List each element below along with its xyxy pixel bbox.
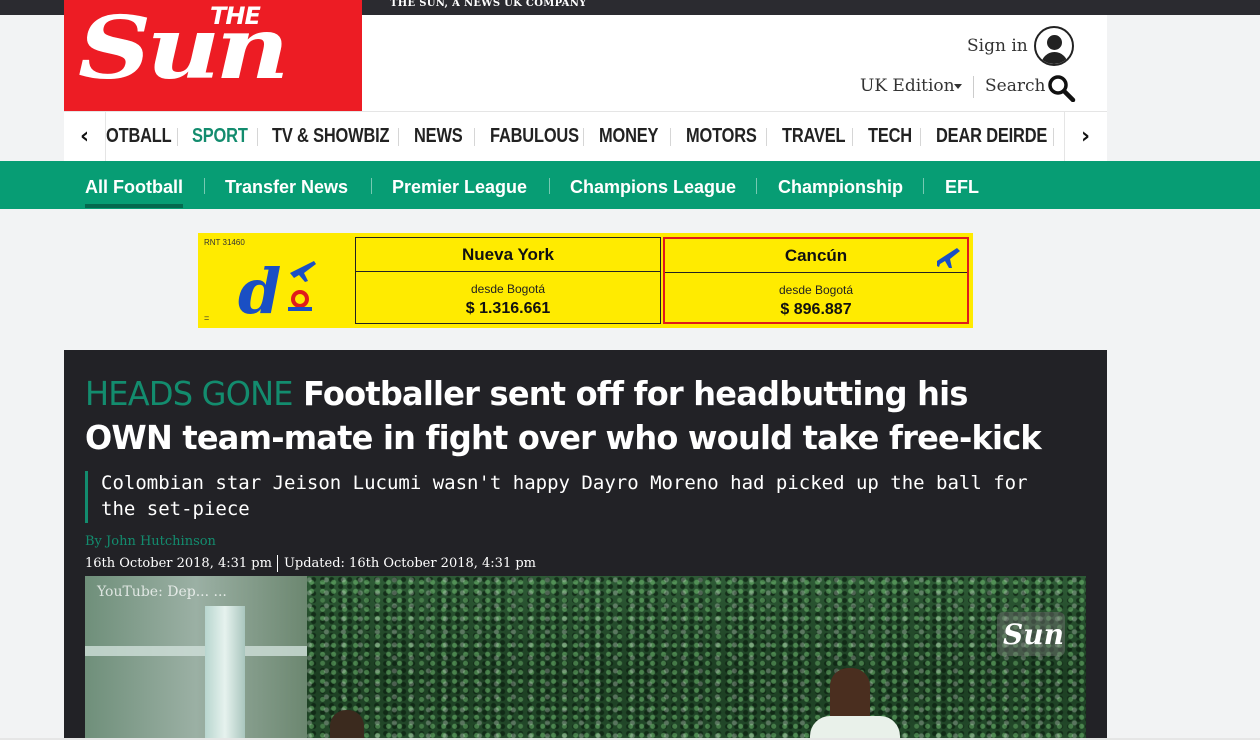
video-left-panel [85,576,307,740]
ad-offer-city: Nueva York [356,238,660,272]
ad-offer-origin: desde Bogotá [778,283,854,297]
subnav-active-underline [85,204,183,208]
nav-divider [670,128,671,146]
ad-disclaimer-mark: = [204,313,210,323]
nav-scroll-left-button[interactable]: ‹ [64,112,106,161]
subnav-champions-league[interactable]: Champions League [570,177,736,198]
flight-ad-banner[interactable]: RNT 31460 d = Nueva York desde Bogotá $ … [198,233,973,328]
nav-item-dear-deirdre[interactable]: DEAR DEIRDE [936,125,1047,148]
the-sun-logo[interactable]: THE Sun [64,0,362,111]
subnav-divider [756,178,757,194]
logo-sun-text: Sun [78,0,289,99]
header-divider [973,76,974,98]
subnav-divider [549,178,550,194]
subnav-efl[interactable]: EFL [945,177,979,198]
nav-item-news[interactable]: NEWS [414,125,463,148]
football-subnav: All Football Transfer News Premier Leagu… [0,161,1260,209]
nav-items: OTBALL SPORT TV & SHOWBIZ NEWS FABULOUS … [106,112,1064,161]
nav-divider [920,128,921,146]
ad-offer-city: Cancún [665,239,967,273]
svg-text:d: d [238,255,281,321]
subnav-premier-league[interactable]: Premier League [392,177,527,198]
airline-logo-icon: d [238,255,316,321]
article-video-player[interactable]: YouTube: Dep... ... Sun [85,576,1086,740]
article-hero: HEADS GONE Footballer sent off for headb… [64,350,1107,740]
video-player-figure [330,710,364,740]
article-dates: 16th October 2018, 4:31 pm Updated: 16th … [85,555,536,572]
ad-offer-nueva-york[interactable]: Nueva York desde Bogotá $ 1.316.661 [355,237,661,324]
ad-offer-price: $ 1.316.661 [465,300,551,317]
nav-divider [257,128,258,146]
updated-date: Updated: 16th October 2018, 4:31 pm [283,556,536,571]
author-byline[interactable]: By John Hutchinson [85,534,216,549]
ad-offer-price: $ 896.887 [780,301,852,318]
nav-divider [852,128,853,146]
ad-offer-cancun[interactable]: Cancún desde Bogotá $ 896.887 [663,237,969,324]
search-icon[interactable] [1046,74,1076,102]
nav-divider [474,128,475,146]
subnav-all-football[interactable]: All Football [85,177,183,198]
standfirst-accent-bar [85,471,88,523]
watermark-text: Sun [1003,618,1064,651]
sun-watermark-logo: Sun [997,612,1065,656]
nav-item-football[interactable]: OTBALL [106,125,172,148]
article-headline[interactable]: HEADS GONE Footballer sent off for headb… [85,372,1065,460]
nav-scroll-right-button[interactable]: › [1064,112,1106,161]
date-divider [276,555,278,572]
nav-item-motors[interactable]: MOTORS [686,125,757,148]
airplane-icon [937,248,960,268]
nav-divider [1053,128,1054,146]
user-avatar-icon[interactable] [1034,26,1074,66]
subnav-championship[interactable]: Championship [778,177,903,198]
video-crossbar [85,646,307,656]
nav-item-money[interactable]: MONEY [599,125,658,148]
video-player-shirt [810,716,900,740]
nav-item-sport[interactable]: SPORT [192,125,248,148]
main-nav: ‹ OTBALL SPORT TV & SHOWBIZ NEWS FABULOU… [64,112,1107,161]
published-date: 16th October 2018, 4:31 pm [85,556,272,571]
search-link[interactable]: Search [985,76,1045,96]
company-label: THE SUN, A NEWS UK COMPANY [390,0,587,9]
video-source-label: YouTube: Dep... ... [97,584,227,600]
article-standfirst: Colombian star Jeison Lucumi wasn't happ… [101,472,1028,520]
subnav-divider [371,178,372,194]
subnav-divider [204,178,205,194]
nav-item-travel[interactable]: TRAVEL [782,125,846,148]
subnav-divider [923,178,924,194]
nav-divider [583,128,584,146]
nav-divider [398,128,399,146]
nav-item-tv-showbiz[interactable]: TV & SHOWBIZ [272,125,390,148]
subnav-transfer-news[interactable]: Transfer News [225,177,348,198]
edition-selector[interactable]: UK Edition [860,76,955,96]
nav-divider [177,128,178,146]
caret-down-icon[interactable] [954,84,962,89]
ad-offer-origin: desde Bogotá [470,282,546,296]
headline-kicker: HEADS GONE [85,374,294,413]
ad-license-label: RNT 31460 [204,238,245,247]
nav-divider [766,128,767,146]
sign-in-link[interactable]: Sign in [967,36,1028,56]
nav-item-fabulous[interactable]: FABULOUS [490,125,579,148]
video-goal-post [205,606,245,740]
nav-item-tech[interactable]: TECH [868,125,912,148]
